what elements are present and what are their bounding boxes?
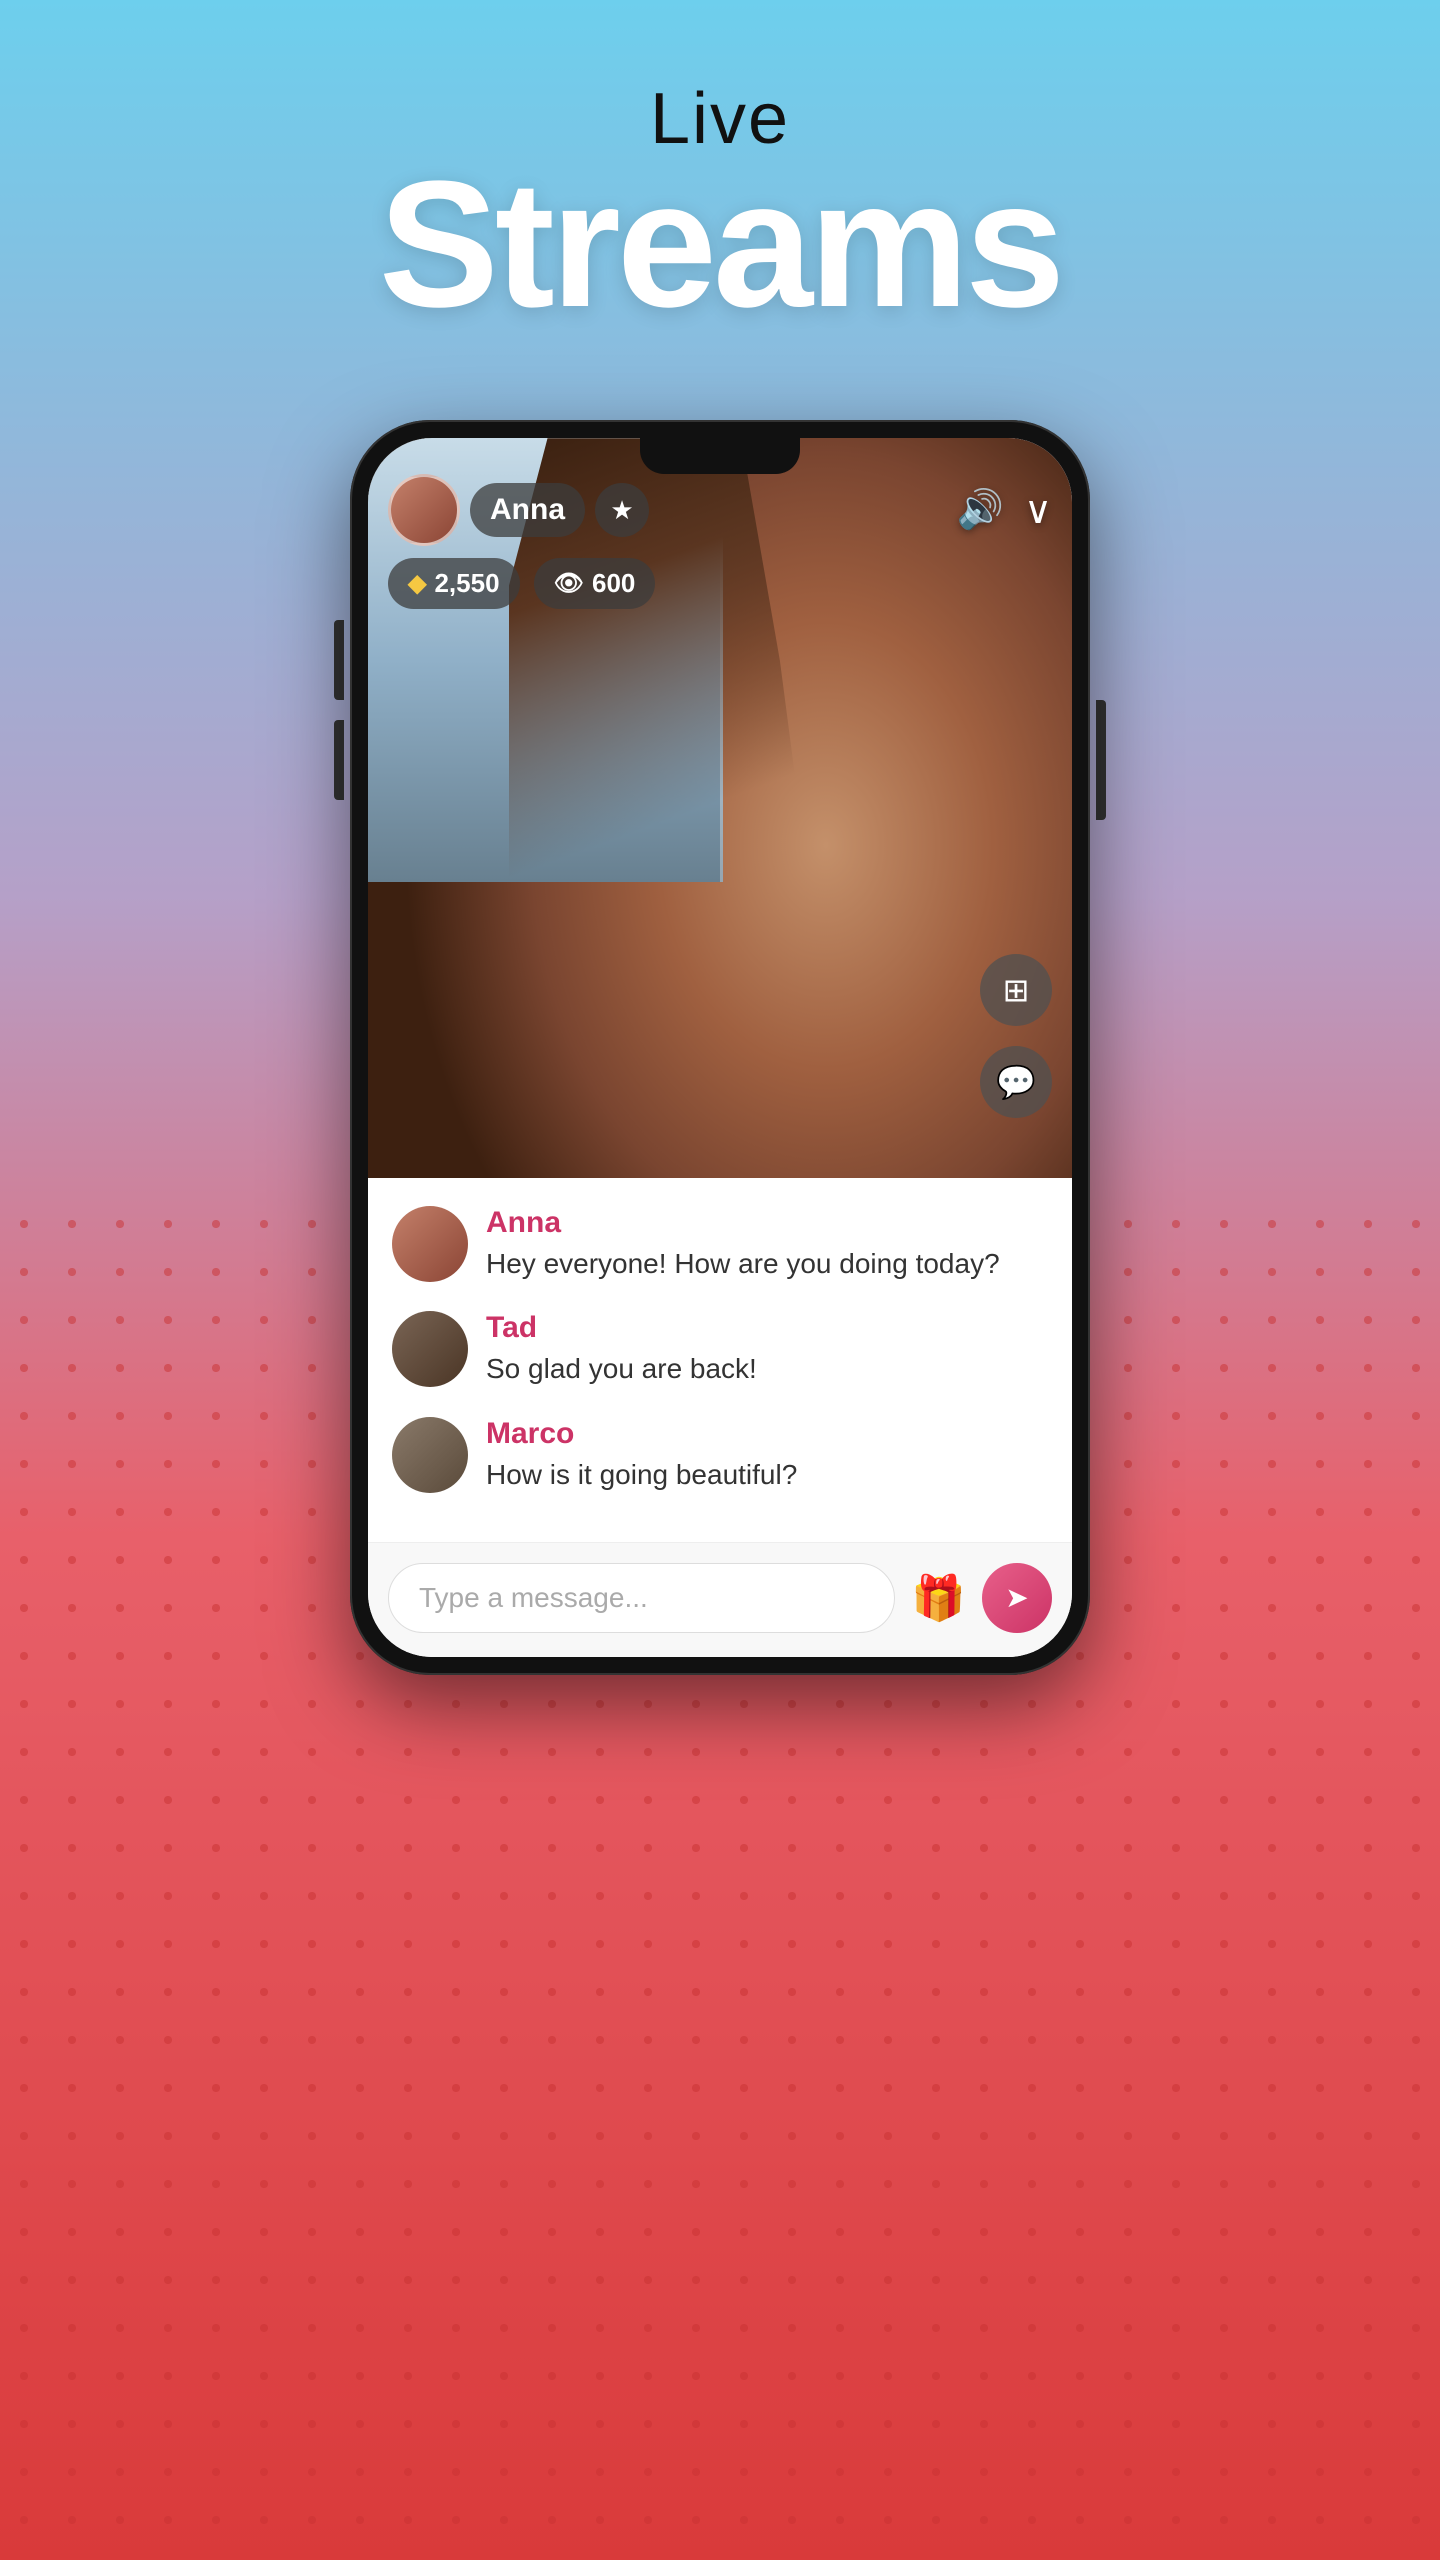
marco-avatar: [392, 1417, 468, 1493]
chat-message-1: Anna Hey everyone! How are you doing tod…: [392, 1206, 1048, 1283]
marco-message-text: How is it going beautiful?: [486, 1455, 797, 1494]
marco-message-content: Marco How is it going beautiful?: [486, 1417, 797, 1494]
volume-icon[interactable]: 🔊: [957, 488, 1004, 532]
user-info: Anna ★: [388, 474, 649, 546]
anna-message-text: Hey everyone! How are you doing today?: [486, 1244, 1000, 1283]
message-input[interactable]: Type a message...: [388, 1563, 895, 1633]
minimize-button[interactable]: ∨: [1024, 488, 1052, 533]
stream-stats: ◆ 2,550 👁 600: [388, 558, 655, 609]
add-video-button[interactable]: ⊞: [980, 954, 1052, 1026]
viewer-count-badge: 👁 600: [534, 558, 656, 609]
follow-star-button[interactable]: ★: [595, 483, 649, 537]
chat-message-3: Marco How is it going beautiful?: [392, 1417, 1048, 1494]
chat-section: Anna Hey everyone! How are you doing tod…: [368, 1178, 1072, 1542]
marco-username: Marco: [486, 1417, 797, 1451]
anna-avatar: [392, 1206, 468, 1282]
phone-notch: [640, 438, 800, 474]
page-content: Live Streams Anna ★: [0, 0, 1440, 1675]
message-bar: Type a message... 🎁 ➤: [368, 1542, 1072, 1657]
message-placeholder: Type a message...: [419, 1582, 648, 1613]
video-background: [368, 438, 1072, 1178]
viewer-count: 600: [592, 568, 635, 599]
diamond-icon: ◆: [408, 569, 426, 598]
hero-section: Live Streams: [379, 0, 1061, 330]
send-icon: ➤: [1005, 1581, 1028, 1614]
tad-message-text: So glad you are back!: [486, 1349, 757, 1388]
volume-down-button: [334, 720, 344, 800]
video-top-bar: Anna ★ 🔊 ∨: [388, 474, 1052, 546]
send-button[interactable]: ➤: [982, 1563, 1052, 1633]
star-icon: ★: [610, 495, 633, 526]
power-button: [1096, 700, 1106, 820]
video-add-icon: ⊞: [1003, 971, 1030, 1009]
tad-avatar: [392, 1311, 468, 1387]
anna-message-content: Anna Hey everyone! How are you doing tod…: [486, 1206, 1000, 1283]
eye-icon: 👁: [554, 569, 584, 598]
anna-username: Anna: [486, 1206, 1000, 1240]
video-controls: 🔊 ∨: [957, 488, 1052, 533]
video-stream: Anna ★ 🔊 ∨ ◆: [368, 438, 1072, 1178]
tad-username: Tad: [486, 1311, 757, 1345]
phone-mockup: Anna ★ 🔊 ∨ ◆: [350, 420, 1090, 1675]
chat-message-2: Tad So glad you are back!: [392, 1311, 1048, 1388]
diamond-count: 2,550: [434, 568, 499, 599]
gift-button[interactable]: 🎁: [911, 1572, 966, 1624]
streamer-avatar: [388, 474, 460, 546]
diamond-count-badge: ◆ 2,550: [388, 558, 520, 609]
streams-label: Streams: [379, 159, 1061, 330]
volume-up-button: [334, 620, 344, 700]
chat-icon: 💬: [996, 1063, 1036, 1101]
tad-message-content: Tad So glad you are back!: [486, 1311, 757, 1388]
streamer-name-badge[interactable]: Anna: [470, 483, 585, 537]
chat-button[interactable]: 💬: [980, 1046, 1052, 1118]
phone-frame: Anna ★ 🔊 ∨ ◆: [350, 420, 1090, 1675]
phone-screen: Anna ★ 🔊 ∨ ◆: [368, 438, 1072, 1657]
video-action-buttons: ⊞ 💬: [980, 954, 1052, 1118]
